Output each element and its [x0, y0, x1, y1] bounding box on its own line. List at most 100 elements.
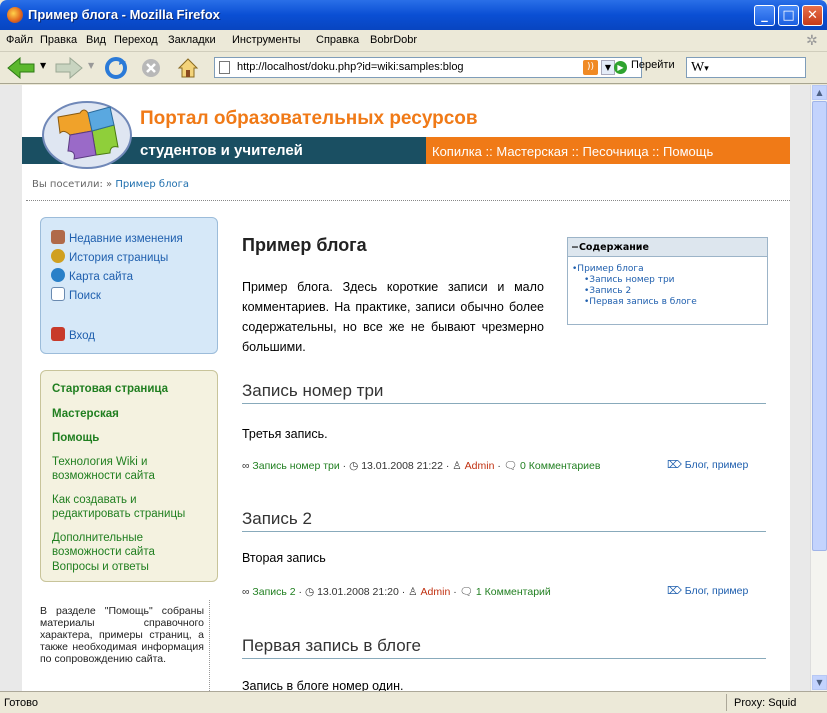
go-arrow-icon: ▶: [614, 61, 627, 74]
vertical-scrollbar[interactable]: ▲ ▼: [810, 85, 827, 691]
minimize-button[interactable]: _: [754, 5, 775, 26]
breadcrumb: Вы посетили: » Пример блога: [32, 179, 189, 190]
post-title: Запись номер три: [242, 381, 384, 400]
intro-paragraph: Пример блога. Здесь короткие записи и ма…: [242, 280, 544, 354]
menu-go[interactable]: Переход: [114, 34, 158, 46]
permalink-icon: ∞: [242, 586, 250, 598]
forward-dropdown-icon[interactable]: ▼: [88, 61, 94, 70]
post-author[interactable]: Admin: [465, 460, 495, 472]
recent-changes-icon: [51, 230, 65, 244]
search-engine-dropdown-icon[interactable]: ▾: [704, 63, 709, 73]
breadcrumb-link[interactable]: Пример блога: [115, 179, 189, 190]
scroll-up-icon[interactable]: ▲: [812, 85, 827, 100]
menu-bobrdobr[interactable]: BobrDobr: [370, 34, 417, 46]
page-history-icon: [51, 249, 65, 263]
post-comments-link[interactable]: 0 Комментариев: [520, 460, 600, 472]
post-permalink[interactable]: Запись 2: [252, 586, 295, 598]
post-tags-links[interactable]: Блог, пример: [685, 459, 749, 471]
address-dropdown-icon[interactable]: ▼: [601, 60, 615, 75]
scroll-down-icon[interactable]: ▼: [812, 675, 827, 690]
toc-item[interactable]: •Первая запись в блоге: [584, 297, 697, 307]
post-text: Третья запись.: [242, 427, 328, 441]
post-title: Первая запись в блоге: [242, 636, 421, 655]
breadcrumb-prefix: Вы посетили: »: [32, 179, 113, 190]
post-author[interactable]: Admin: [421, 586, 451, 598]
close-button[interactable]: ✕: [802, 5, 823, 26]
login-icon: [51, 327, 65, 341]
maximize-button[interactable]: □: [778, 5, 799, 26]
nav-workshop[interactable]: Мастерская: [52, 407, 119, 421]
menu-bar: Файл Правка Вид Переход Закладки Инструм…: [0, 30, 827, 52]
site-title: Портал образовательных ресурсов: [140, 108, 478, 129]
tool-search[interactable]: Поиск: [51, 287, 101, 302]
site-logo-puzzle-icon: [42, 101, 132, 169]
post-text: Запись в блоге номер один.: [242, 679, 404, 691]
navigation-box: Стартовая страница Мастерская Помощь Тех…: [40, 370, 218, 582]
toc-item[interactable]: •Пример блога: [572, 264, 644, 274]
menu-help[interactable]: Справка: [316, 34, 359, 46]
comment-icon: 🗨: [503, 460, 518, 472]
post-tags-links[interactable]: Блог, пример: [685, 585, 749, 597]
scroll-thumb[interactable]: [812, 101, 827, 551]
page-icon: [219, 61, 230, 74]
post-meta: ∞ Запись 2 · ◷ 13.01.2008 21:20 · ♙ Admi…: [242, 586, 551, 598]
page-viewport: Портал образовательных ресурсов студенто…: [0, 85, 810, 691]
tool-label: История страницы: [69, 252, 169, 264]
tool-page-history[interactable]: История страницы: [51, 249, 168, 264]
rss-feed-icon[interactable]: )): [583, 60, 598, 75]
post-text: Вторая запись: [242, 551, 326, 565]
address-bar[interactable]: http://localhost/doku.php?id=wiki:sample…: [214, 57, 642, 78]
tag-icon: ⌦: [667, 585, 682, 597]
wikipedia-search-icon: W: [691, 60, 705, 75]
firefox-icon: [7, 7, 23, 23]
toc-item[interactable]: •Запись номер три: [584, 275, 675, 285]
nav-extra-features[interactable]: Дополнительные возможности сайта: [52, 531, 192, 559]
forward-arrow-icon[interactable]: [54, 57, 84, 79]
home-icon[interactable]: [176, 56, 200, 80]
nav-faq[interactable]: Вопросы и ответы: [52, 560, 149, 574]
address-text[interactable]: http://localhost/doku.php?id=wiki:sample…: [237, 61, 464, 73]
back-dropdown-icon[interactable]: ▼: [40, 61, 46, 70]
nav-start-page[interactable]: Стартовая страница: [52, 382, 168, 396]
post-date: 13.01.2008 21:22: [361, 460, 443, 472]
help-description: В разделе "Помощь" собраны материалы спр…: [40, 605, 204, 665]
tool-label: Недавние изменения: [69, 233, 183, 245]
go-button[interactable]: ▶ Перейти: [614, 59, 675, 74]
clock-icon: ◷: [349, 460, 359, 472]
nav-wiki-tech[interactable]: Технология Wiki и возможности сайта: [52, 455, 202, 483]
nav-howto-edit[interactable]: Как создавать и редактировать страницы: [52, 493, 212, 521]
tool-recent-changes[interactable]: Недавние изменения: [51, 230, 183, 245]
stop-icon[interactable]: [140, 57, 162, 79]
menu-file[interactable]: Файл: [6, 34, 33, 46]
menu-bookmarks[interactable]: Закладки: [168, 34, 216, 46]
user-icon: ♙: [452, 460, 462, 472]
reload-icon[interactable]: [104, 56, 128, 80]
sidebar-separator: [209, 600, 210, 691]
toc-header[interactable]: −Содержание: [568, 238, 767, 257]
status-bar: Готово Proxy: Squid: [0, 691, 827, 713]
tool-label: Вход: [69, 330, 96, 342]
search-icon: [51, 287, 65, 301]
permalink-icon: ∞: [242, 460, 250, 472]
nav-help[interactable]: Помощь: [52, 431, 99, 445]
tools-box: Недавние изменения История страницы Карт…: [40, 217, 218, 354]
menu-edit[interactable]: Правка: [40, 34, 77, 46]
tool-login[interactable]: Вход: [51, 327, 95, 342]
post-title-underline: [242, 531, 766, 532]
go-label: Перейти: [631, 59, 675, 71]
back-arrow-icon[interactable]: [6, 57, 36, 79]
post-tags: ⌦ Блог, пример: [667, 585, 748, 597]
top-navigation[interactable]: Копилка :: Мастерская :: Песочница :: По…: [432, 144, 713, 159]
status-separator: [726, 694, 727, 711]
page-body: Портал образовательных ресурсов студенто…: [22, 85, 790, 691]
menu-tools[interactable]: Инструменты: [232, 34, 301, 46]
post-comments-link[interactable]: 1 Комментарий: [476, 586, 551, 598]
throbber-icon: ✲: [806, 32, 818, 48]
toc-item[interactable]: •Запись 2: [584, 286, 631, 296]
post-permalink[interactable]: Запись номер три: [252, 460, 339, 472]
proxy-status: Proxy: Squid: [734, 697, 797, 709]
menu-view[interactable]: Вид: [86, 34, 106, 46]
search-box[interactable]: W▾: [686, 57, 806, 78]
tool-sitemap[interactable]: Карта сайта: [51, 268, 133, 283]
tag-icon: ⌦: [667, 459, 682, 471]
